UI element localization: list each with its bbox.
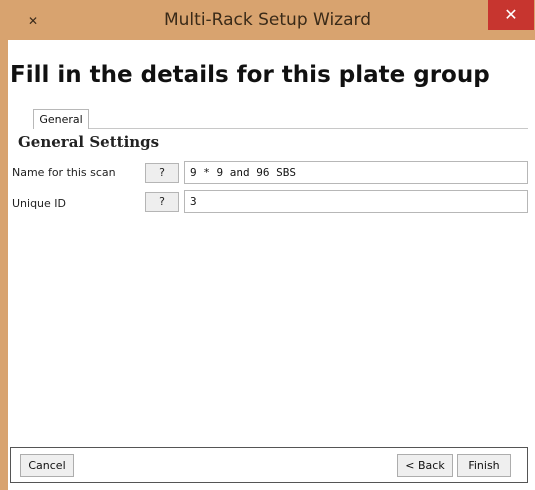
finish-button[interactable]: Finish — [457, 454, 511, 477]
button-bar: Cancel < Back Finish — [10, 447, 528, 483]
scan-name-help-button[interactable]: ? — [145, 163, 179, 183]
cancel-button[interactable]: Cancel — [20, 454, 74, 477]
wizard-window: ✕ Multi-Rack Setup Wizard ✕ Fill in the … — [0, 0, 535, 490]
window-title: Multi-Rack Setup Wizard — [163, 10, 371, 30]
tab-divider — [89, 128, 528, 129]
close-button[interactable]: ✕ — [488, 0, 534, 30]
scan-name-label: Name for this scan — [12, 166, 116, 179]
back-button[interactable]: < Back — [397, 454, 453, 477]
page-title: Fill in the details for this plate group — [10, 62, 490, 88]
scan-name-input[interactable] — [184, 161, 528, 184]
unique-id-label: Unique ID — [12, 197, 67, 210]
unique-id-help-button[interactable]: ? — [145, 192, 179, 212]
title-bar[interactable]: ✕ Multi-Rack Setup Wizard ✕ — [0, 0, 535, 40]
section-title: General Settings — [18, 133, 160, 151]
tab-general[interactable]: General — [33, 109, 89, 129]
wizard-content: Fill in the details for this plate group… — [8, 40, 535, 490]
unique-id-input[interactable] — [184, 190, 528, 213]
